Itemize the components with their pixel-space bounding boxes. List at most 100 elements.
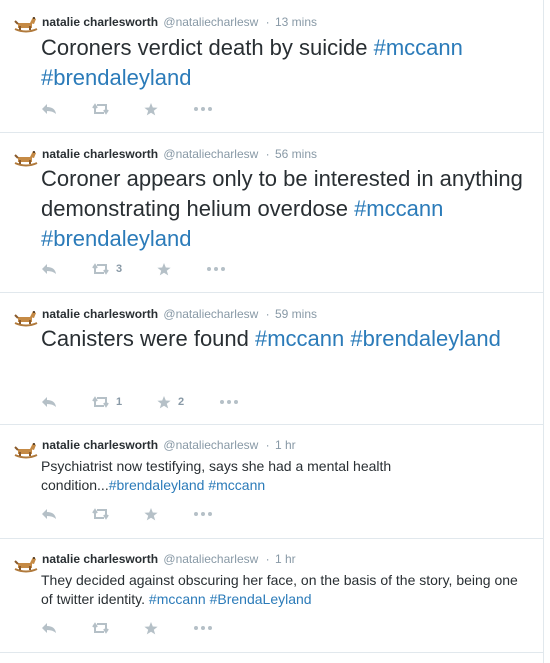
reply-button[interactable]	[41, 392, 57, 412]
hashtag[interactable]: #mccann	[374, 35, 463, 60]
tweet[interactable]: natalie charlesworth @nataliecharlesw · …	[0, 0, 543, 133]
retweet-button[interactable]	[92, 504, 116, 524]
separator: ·	[265, 438, 270, 452]
tweet-text-plain: Canisters were found	[41, 326, 255, 351]
star-icon	[144, 621, 158, 634]
avatar[interactable]	[13, 308, 39, 328]
timestamp[interactable]: 1 hr	[275, 552, 296, 566]
tweet-text: Canisters were found #mccann #brendaleyl…	[41, 324, 529, 354]
more-button[interactable]	[194, 618, 212, 638]
retweet-count: 1	[116, 396, 123, 408]
avatar[interactable]	[13, 554, 39, 574]
hashtag[interactable]: #BrendaLeyland	[210, 591, 312, 607]
timestamp[interactable]: 1 hr	[275, 438, 296, 452]
favorite-button[interactable]	[144, 618, 165, 638]
tweet-header: natalie charlesworth @nataliecharlesw · …	[42, 15, 317, 29]
hashtag[interactable]: #mccann	[354, 196, 443, 221]
rocking-horse-avatar	[14, 311, 38, 327]
fullname[interactable]: natalie charlesworth	[42, 147, 158, 161]
tweet-text-plain: Coroners verdict death by suicide	[41, 35, 374, 60]
username[interactable]: @nataliecharlesw	[163, 552, 258, 566]
retweet-icon	[92, 396, 109, 408]
hashtag[interactable]: #mccann	[208, 477, 265, 493]
retweet-button[interactable]	[92, 99, 116, 119]
retweet-icon	[92, 103, 109, 115]
reply-icon	[42, 509, 56, 519]
hashtag[interactable]: #mccann	[149, 591, 206, 607]
reply-button[interactable]	[41, 618, 57, 638]
hashtag[interactable]: #brendaleyland	[109, 477, 205, 493]
timeline: natalie charlesworth @nataliecharlesw · …	[0, 0, 544, 663]
hashtag[interactable]: #brendaleyland	[350, 326, 500, 351]
tweet-text-plain: Coroner appears only to be interested in…	[41, 166, 523, 221]
more-dots-icon	[207, 267, 225, 271]
avatar[interactable]	[13, 14, 39, 34]
favorite-button[interactable]	[144, 99, 165, 119]
tweet[interactable]: natalie charlesworth @nataliecharlesw · …	[0, 133, 543, 293]
retweet-count: 3	[116, 263, 123, 275]
avatar[interactable]	[13, 148, 39, 168]
retweet-icon	[92, 508, 109, 520]
timestamp[interactable]: 56 mins	[275, 147, 317, 161]
timestamp[interactable]: 59 mins	[275, 307, 317, 321]
rocking-horse-avatar	[14, 17, 38, 33]
more-dots-icon	[194, 626, 212, 630]
more-button[interactable]	[194, 504, 212, 524]
username[interactable]: @nataliecharlesw	[163, 307, 258, 321]
more-dots-icon	[194, 512, 212, 516]
tweet[interactable]: natalie charlesworth @nataliecharlesw · …	[0, 539, 543, 653]
username[interactable]: @nataliecharlesw	[163, 15, 258, 29]
more-button[interactable]	[207, 259, 225, 279]
more-button[interactable]	[220, 392, 238, 412]
retweet-button[interactable]: 1	[92, 392, 122, 412]
username[interactable]: @nataliecharlesw	[163, 438, 258, 452]
rocking-horse-avatar	[14, 557, 38, 573]
tweet[interactable]: natalie charlesworth @nataliecharlesw · …	[0, 293, 543, 425]
username[interactable]: @nataliecharlesw	[163, 147, 258, 161]
reply-icon	[42, 623, 56, 633]
separator: ·	[265, 552, 270, 566]
star-icon	[157, 262, 171, 275]
rocking-horse-avatar	[14, 151, 38, 167]
retweet-button[interactable]	[92, 618, 116, 638]
hashtag[interactable]: #brendaleyland	[41, 65, 191, 90]
reply-icon	[42, 104, 56, 114]
star-icon	[144, 507, 158, 520]
retweet-icon	[92, 263, 109, 275]
more-dots-icon	[194, 107, 212, 111]
retweet-button[interactable]: 3	[92, 259, 122, 279]
separator: ·	[265, 15, 270, 29]
more-button[interactable]	[194, 99, 212, 119]
reply-button[interactable]	[41, 99, 57, 119]
tweet-header: natalie charlesworth @nataliecharlesw · …	[42, 552, 296, 566]
tweet-header: natalie charlesworth @nataliecharlesw · …	[42, 307, 317, 321]
reply-button[interactable]	[41, 259, 57, 279]
fullname[interactable]: natalie charlesworth	[42, 307, 158, 321]
fullname[interactable]: natalie charlesworth	[42, 552, 158, 566]
hashtag[interactable]: #brendaleyland	[41, 226, 191, 251]
reply-icon	[42, 397, 56, 407]
star-icon	[144, 102, 158, 115]
favorite-button[interactable]	[157, 259, 178, 279]
tweet-header: natalie charlesworth @nataliecharlesw · …	[42, 147, 317, 161]
rocking-horse-avatar	[14, 443, 38, 459]
separator: ·	[265, 307, 270, 321]
tweet[interactable]: natalie charlesworth @nataliecharlesw · …	[0, 425, 543, 539]
avatar[interactable]	[13, 440, 39, 460]
retweet-icon	[92, 622, 109, 634]
reply-icon	[42, 264, 56, 274]
tweet-text: Coroner appears only to be interested in…	[41, 164, 529, 254]
reply-button[interactable]	[41, 504, 57, 524]
hashtag[interactable]: #mccann	[255, 326, 344, 351]
favorite-count: 2	[178, 396, 185, 408]
fullname[interactable]: natalie charlesworth	[42, 438, 158, 452]
timestamp[interactable]: 13 mins	[275, 15, 317, 29]
fullname[interactable]: natalie charlesworth	[42, 15, 158, 29]
favorite-button[interactable]: 2	[157, 392, 184, 412]
tweet-text: Psychiatrist now testifying, says she ha…	[41, 457, 529, 495]
star-icon	[157, 395, 171, 408]
tweet-header: natalie charlesworth @nataliecharlesw · …	[42, 438, 296, 452]
favorite-button[interactable]	[144, 504, 165, 524]
tweet-text: They decided against obscuring her face,…	[41, 571, 529, 609]
more-dots-icon	[220, 400, 238, 404]
